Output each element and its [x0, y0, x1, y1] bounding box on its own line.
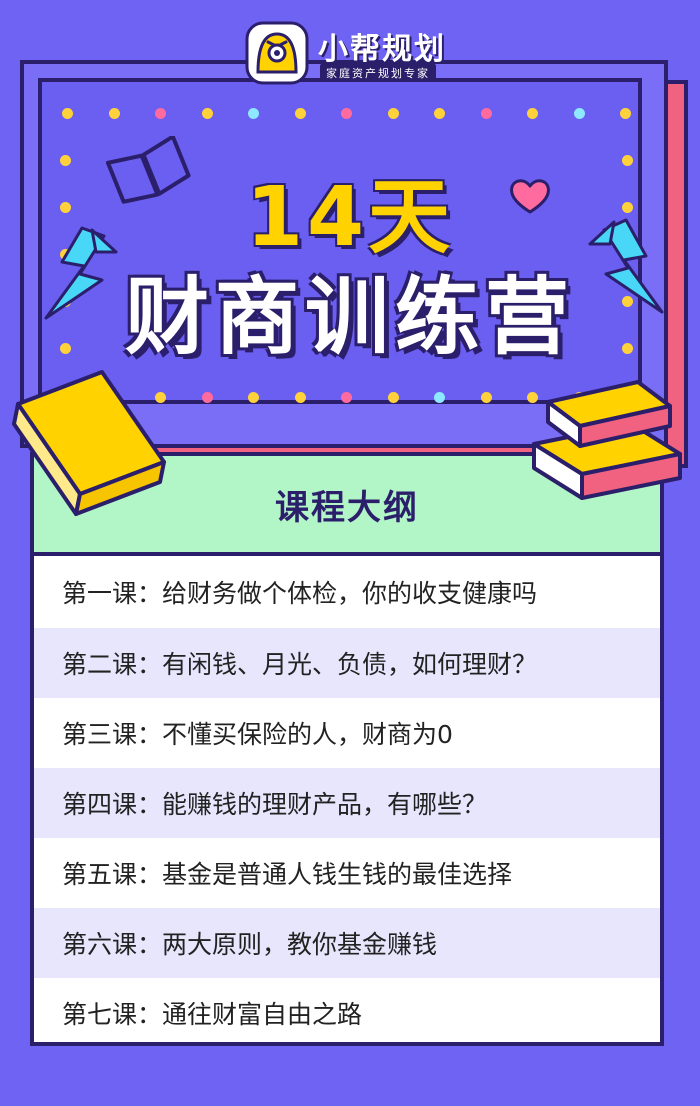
decorative-dot — [248, 392, 259, 403]
decorative-dot — [341, 108, 352, 119]
decorative-dot — [108, 108, 120, 119]
decorative-dot — [620, 108, 631, 119]
hero-camp-title: 财商训练营 — [124, 268, 575, 366]
brand-logo: 小帮规划 家庭资产规划专家 — [244, 20, 464, 88]
logo-face-icon — [245, 21, 309, 85]
lesson-item: 第五课：基金是普通人钱生钱的最佳选择 — [62, 860, 513, 889]
outline-title: 课程大纲 — [275, 487, 419, 528]
course-outline-card: 课程大纲 第一课：给财务做个体检，你的收支健康吗 第二课：有闲钱、月光、负债，如… — [30, 452, 664, 1046]
lesson-item: 第一课：给财务做个体检，你的收支健康吗 — [62, 579, 538, 608]
lesson-item: 第三课：不懂买保险的人，财商为0 — [62, 720, 453, 749]
decorative-dot — [62, 108, 73, 119]
decorative-dot — [573, 108, 585, 119]
lesson-item: 第四课：能赚钱的理财产品，有哪些？ — [34, 768, 660, 838]
lesson-list: 第一课：给财务做个体检，你的收支健康吗 第二课：有闲钱、月光、负债，如何理财？ … — [34, 556, 660, 1048]
lesson-item: 第二课：有闲钱、月光、负债，如何理财？ — [34, 628, 660, 698]
book-stack-icon — [532, 380, 682, 500]
decorative-dot — [434, 108, 445, 119]
decorative-dot — [434, 392, 445, 403]
decorative-dot — [480, 392, 492, 403]
book-icon — [12, 370, 166, 516]
brand-name: 小帮规划 — [318, 32, 446, 67]
lesson-item: 第六课：两大原则，教你基金赚钱 — [34, 908, 660, 978]
decorative-dot — [294, 392, 306, 403]
decorative-dot — [248, 108, 259, 119]
brand-tagline: 家庭资产规划专家 — [320, 64, 436, 82]
decorative-dot — [341, 392, 352, 403]
decorative-dot — [387, 392, 399, 403]
decorative-dot — [387, 108, 399, 119]
lesson-item: 第七课：通往财富自由之路 — [62, 1000, 363, 1029]
decorative-dot — [480, 108, 492, 119]
decorative-dot — [155, 108, 166, 119]
decorative-dot — [201, 392, 213, 403]
decorative-dot — [294, 108, 306, 119]
decorative-dot — [527, 108, 538, 119]
decorative-dot — [201, 108, 213, 119]
